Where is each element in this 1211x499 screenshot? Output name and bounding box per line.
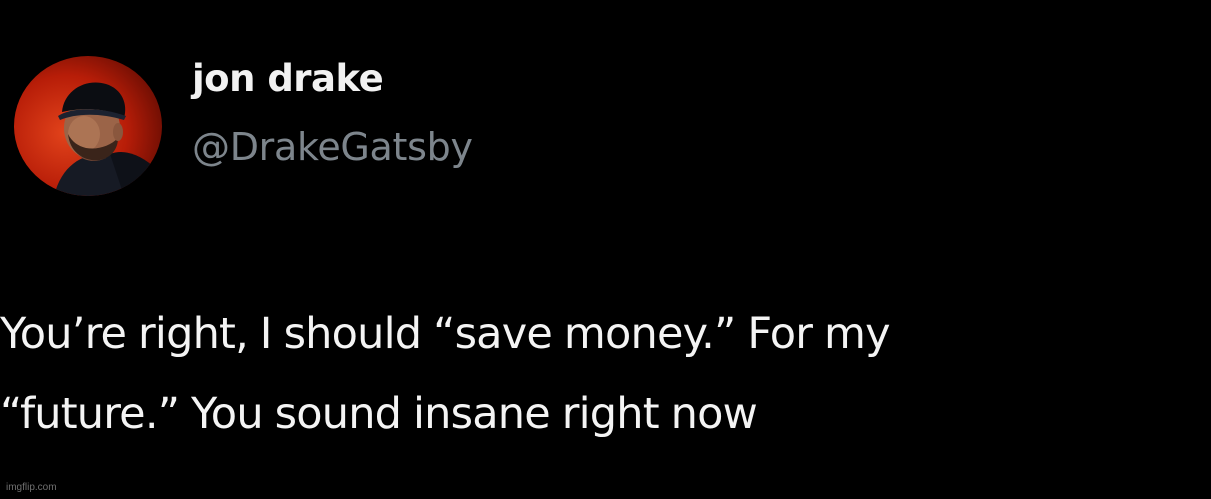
tweet-text-line: You’re right, I should “save money.” For… (0, 309, 891, 359)
avatar[interactable] (14, 56, 162, 196)
tweet-text: You’re right, I should “save money.” For… (0, 294, 1211, 454)
author-handle[interactable]: @DrakeGatsby (192, 128, 473, 166)
watermark: imgflip.com (6, 482, 57, 493)
tweet-text-line: “future.” You sound insane right now (0, 389, 758, 439)
author-display-name[interactable]: jon drake (192, 60, 384, 97)
avatar-photo-icon (14, 56, 162, 196)
tweet-card: jon drake @DrakeGatsby You’re right, I s… (0, 0, 1211, 499)
